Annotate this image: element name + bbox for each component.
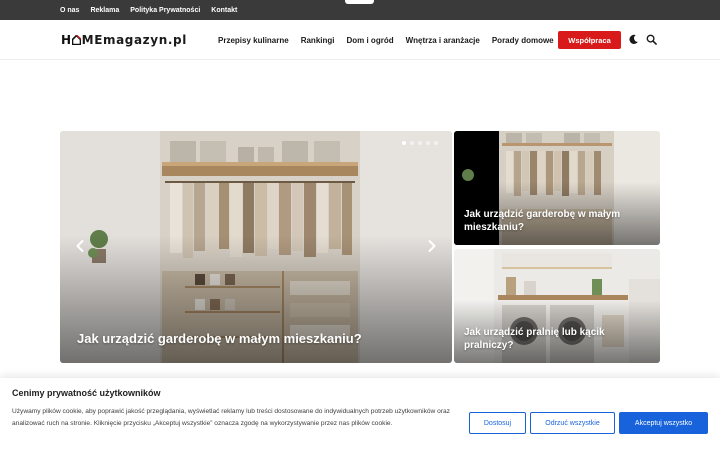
chevron-right-icon[interactable] <box>426 239 438 253</box>
slider-dot-5[interactable] <box>434 141 438 145</box>
customize-button[interactable]: Dostosuj <box>469 412 526 434</box>
slider-dot-3[interactable] <box>418 141 422 145</box>
cooperation-button[interactable]: Współpraca <box>558 31 621 49</box>
search-icon[interactable] <box>646 34 657 45</box>
nav-item-interiors[interactable]: Wnętrza i aranżacje <box>406 36 480 45</box>
top-link-advertising[interactable]: Reklama <box>90 7 119 14</box>
cookie-title: Cenimy prywatność użytkowników <box>12 388 161 398</box>
slider-dot-4[interactable] <box>426 141 430 145</box>
cookie-consent-banner: Cenimy prywatność użytkowników Używamy p… <box>0 378 720 450</box>
featured-side-card-2[interactable]: Jak urządzić pralnię lub kącik pralniczy… <box>454 249 660 363</box>
nav-item-home-tips-label: Porady domowe <box>491 35 554 45</box>
slider-dot-1[interactable] <box>402 141 406 145</box>
reject-all-button[interactable]: Odrzuć wszystkie <box>530 412 615 434</box>
slider-dots <box>402 141 438 145</box>
featured-side-title-1[interactable]: Jak urządzić garderobę w małym mieszkani… <box>464 208 649 234</box>
top-notch <box>345 0 374 4</box>
top-link-privacy[interactable]: Polityka Prywatności <box>130 7 200 14</box>
featured-main-title[interactable]: Jak urządzić garderobę w małym mieszkani… <box>77 331 362 346</box>
top-link-contact[interactable]: Kontakt <box>211 7 237 14</box>
featured-main-card[interactable]: Jak urządzić garderobę w małym mieszkani… <box>60 131 452 363</box>
nav-item-home-garden[interactable]: Dom i ogród <box>346 36 393 45</box>
main-navigation: Przepisy kulinarne Rankingi Dom i ogród … <box>218 20 576 60</box>
top-utility-bar: O nas Reklama Polityka Prywatności Konta… <box>0 0 720 20</box>
nav-item-recipes[interactable]: Przepisy kulinarne <box>218 36 289 45</box>
featured-side-card-1[interactable]: Jak urządzić garderobę w małym mieszkani… <box>454 131 660 245</box>
site-header: H MEmagazyn.pl Przepisy kulinarne Ranking… <box>0 20 720 60</box>
site-logo[interactable]: H MEmagazyn.pl <box>61 33 187 47</box>
featured-side-title-2[interactable]: Jak urządzić pralnię lub kącik pralniczy… <box>464 326 649 352</box>
nav-item-home-tips[interactable]: Porady domowe <box>491 34 565 45</box>
slider-dot-2[interactable] <box>410 141 414 145</box>
top-links: O nas Reklama Polityka Prywatności Konta… <box>60 0 237 20</box>
chevron-left-icon[interactable] <box>74 239 86 253</box>
top-link-about[interactable]: O nas <box>60 7 79 14</box>
cookie-text: Używamy plików cookie, aby poprawić jako… <box>12 408 450 427</box>
house-logo-icon <box>71 34 82 46</box>
nav-item-rankings[interactable]: Rankingi <box>301 36 335 45</box>
accept-all-button[interactable]: Akceptuj wszystko <box>619 412 708 434</box>
moon-icon[interactable] <box>628 34 639 45</box>
